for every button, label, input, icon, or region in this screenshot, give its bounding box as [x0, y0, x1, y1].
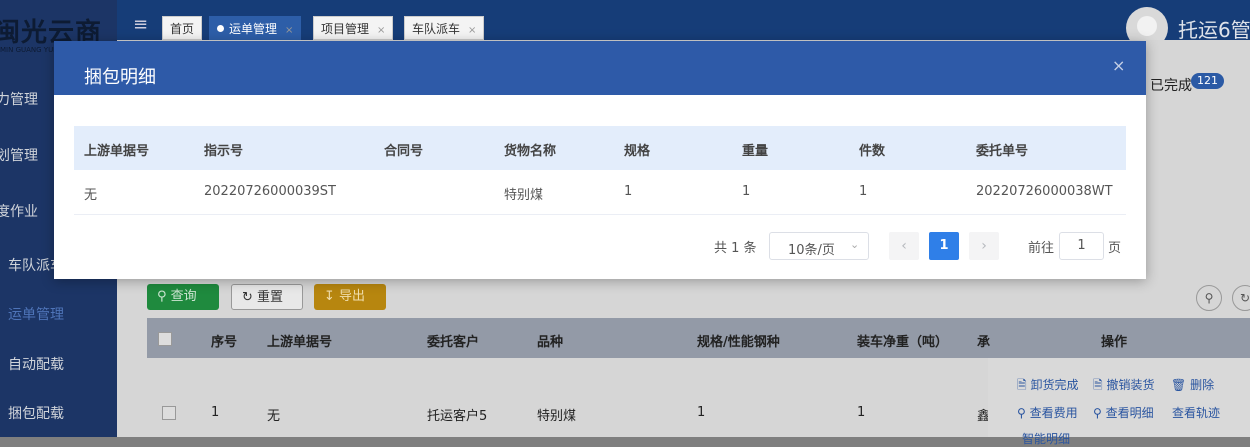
cell-pieces: 1: [859, 184, 868, 199]
chevron-left-icon: ‹: [901, 238, 907, 254]
smart-details-link[interactable]: 智能明细: [1022, 430, 1070, 447]
menu-toggle-icon[interactable]: ≡: [133, 16, 148, 34]
col-spec: 规格/性能钢种: [697, 335, 780, 350]
close-icon[interactable]: ×: [285, 25, 293, 36]
col-pieces: 件数: [859, 144, 886, 159]
delete-link[interactable]: 🗑 删除: [1171, 376, 1214, 393]
reset-button-label: 重置: [257, 290, 284, 305]
refresh-icon: ↻: [242, 290, 253, 305]
close-icon[interactable]: ×: [377, 25, 385, 36]
active-dot-icon: [217, 25, 224, 32]
row-checkbox[interactable]: [162, 406, 176, 420]
main-table-header: 序号 上游单据号 委托客户 品种 规格/性能钢种 装车净重（吨） 承 操作: [147, 318, 1250, 358]
pack-detail-dialog: 捆包明细 × 上游单据号 指示号 合同号 货物名称 规格 重量 件数 委托单号 …: [54, 41, 1146, 279]
view-details-link[interactable]: ⚲ 查看明细: [1093, 404, 1154, 421]
prev-page-button[interactable]: ‹: [889, 232, 919, 260]
col-upstream-no: 上游单据号: [267, 335, 333, 350]
cell-goods-name: 特别煤: [504, 188, 544, 203]
col-actions: 操作: [1101, 335, 1128, 350]
row-upstream-no: 无: [267, 409, 281, 424]
cell-instruction-no: 20220726000039ST: [204, 184, 336, 199]
col-contract-no: 合同号: [384, 144, 424, 159]
col-weight: 重量: [742, 144, 769, 159]
pagination-total: 共 1 条: [714, 241, 757, 256]
tab-fleet-label: 车队派车: [412, 22, 461, 36]
col-spec: 规格: [624, 144, 651, 159]
tab-waybill-label: 运单管理: [229, 22, 278, 36]
row-variety: 特别煤: [537, 409, 577, 424]
download-icon: ↧: [324, 289, 335, 304]
col-net-weight: 装车净重（吨）: [857, 335, 949, 350]
sidebar-item-auto-load[interactable]: 自动配载: [8, 354, 125, 376]
tab-fleet[interactable]: 车队派车 ×: [404, 16, 485, 40]
tab-project[interactable]: 项目管理 ×: [313, 16, 394, 40]
goto-label: 前往: [1028, 241, 1055, 256]
tab-waybill[interactable]: 运单管理 ×: [209, 16, 302, 40]
pack-table-header: 上游单据号 指示号 合同号 货物名称 规格 重量 件数 委托单号: [74, 126, 1126, 170]
status-tab-completed[interactable]: 已完成: [1150, 75, 1192, 95]
cell-order-no: 20220726000038WT: [976, 184, 1113, 199]
table-row: 无 20220726000039ST 特别煤 1 1 1 20220726000…: [74, 170, 1126, 215]
col-order-no: 委托单号: [976, 144, 1029, 159]
reset-button[interactable]: ↻ 重置: [231, 284, 303, 310]
view-track-link[interactable]: 查看轨迹: [1172, 404, 1220, 421]
col-variety: 品种: [537, 335, 564, 350]
user-name[interactable]: 托运6管理: [1178, 14, 1250, 43]
page-number-current[interactable]: 1: [929, 232, 959, 260]
page-size-select[interactable]: 10条/页 ⌄: [769, 232, 869, 260]
search-icon: ⚲: [157, 289, 167, 304]
col-index: 序号: [211, 335, 238, 350]
row-net-weight: 1: [857, 405, 866, 420]
export-button[interactable]: ↧ 导出: [314, 284, 386, 310]
chevron-right-icon: ›: [981, 238, 987, 254]
goto-page-input[interactable]: 1: [1059, 232, 1104, 260]
query-button-label: 查询: [170, 289, 197, 304]
col-customer: 委托客户: [427, 335, 480, 350]
col-instruction-no: 指示号: [204, 144, 244, 159]
cancel-loading-link[interactable]: 🗎 撤销装货: [1093, 376, 1154, 397]
unload-complete-link[interactable]: 🗎 卸货完成: [1017, 376, 1078, 397]
tab-home[interactable]: 首页: [162, 16, 203, 40]
logo-subtext: MIN GUANG YUN: [0, 46, 59, 54]
row-customer: 托运客户5: [427, 409, 488, 424]
chevron-down-icon: ⌄: [850, 238, 860, 251]
row-index: 1: [211, 405, 220, 420]
query-button[interactable]: ⚲ 查询: [147, 284, 219, 310]
col-goods-name: 货物名称: [504, 144, 557, 159]
dialog-title: 捆包明细: [84, 67, 156, 88]
sidebar-item-waybill[interactable]: 运单管理: [8, 304, 125, 326]
tab-home-label: 首页: [170, 22, 195, 36]
dialog-header: 捆包明细 ×: [54, 41, 1146, 95]
page-size-value: 10条/页: [788, 243, 835, 258]
view-fees-link[interactable]: ⚲ 查看费用: [1017, 404, 1078, 421]
export-button-label: 导出: [339, 289, 366, 304]
tab-project-label: 项目管理: [321, 22, 370, 36]
cell-spec: 1: [624, 184, 633, 199]
cell-weight: 1: [742, 184, 751, 199]
close-icon[interactable]: ×: [1112, 58, 1125, 74]
page-suffix: 页: [1108, 241, 1122, 256]
row-spec: 1: [697, 405, 706, 420]
row-actions: 🗎 卸货完成 🗎 撤销装货 🗑 删除 ⚲ 查看费用 ⚲ 查看明细 查看轨迹 智能…: [988, 358, 1250, 446]
next-page-button[interactable]: ›: [969, 232, 999, 260]
cell-upstream-no: 无: [84, 188, 98, 203]
sidebar-item-pack-load[interactable]: 捆包配载: [8, 403, 125, 425]
col-carrier: 承: [977, 335, 991, 350]
search-toggle-icon[interactable]: ⚲: [1196, 285, 1222, 311]
select-all-checkbox[interactable]: [158, 332, 172, 346]
close-icon[interactable]: ×: [468, 25, 476, 36]
col-upstream-no: 上游单据号: [84, 144, 150, 159]
count-badge: 121: [1191, 73, 1224, 89]
